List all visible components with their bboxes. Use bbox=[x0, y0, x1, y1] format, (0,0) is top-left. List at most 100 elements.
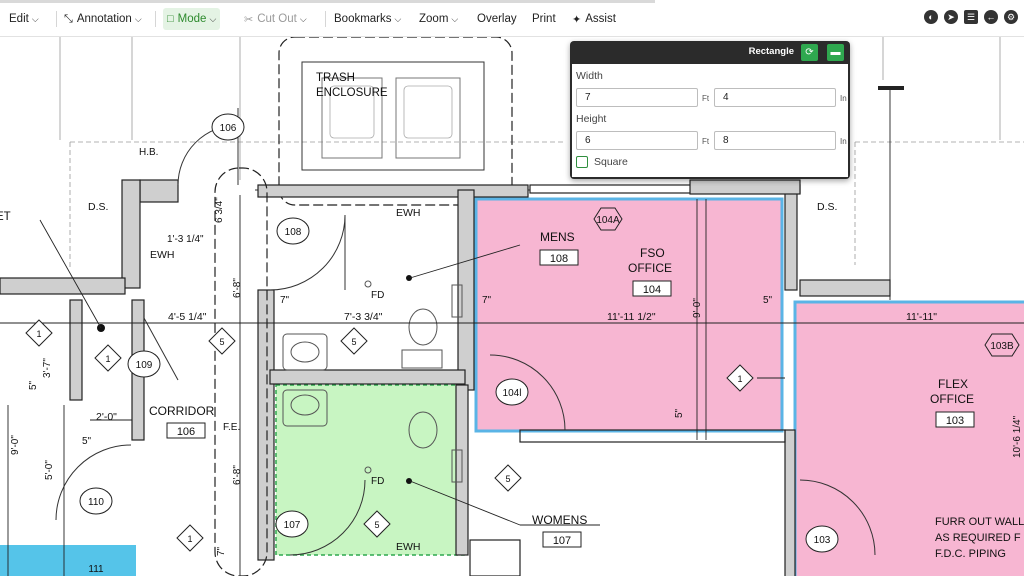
label-ds-right: D.S. bbox=[817, 201, 837, 213]
overlay-button[interactable]: Overlay bbox=[477, 10, 517, 28]
settings-icon[interactable]: ⚙ bbox=[1004, 10, 1018, 24]
bookmarks-menu-label: Bookmarks bbox=[334, 13, 392, 25]
height-in-input[interactable] bbox=[714, 131, 836, 150]
line-tool-icon: ⤡ bbox=[64, 12, 73, 25]
diamond-1d: 1 bbox=[737, 374, 742, 384]
label-corridor: CORRIDOR bbox=[149, 404, 215, 418]
width-ft-input[interactable] bbox=[576, 88, 698, 107]
bookmarks-menu[interactable]: Bookmarks ⌵ bbox=[334, 10, 401, 28]
chevron-down-icon: ⌵ bbox=[299, 13, 307, 24]
compass-icon[interactable]: ➤ bbox=[944, 10, 958, 24]
square-checkbox[interactable] bbox=[576, 156, 588, 168]
back-icon[interactable]: ← bbox=[984, 10, 998, 24]
width-in-unit: In bbox=[840, 94, 847, 103]
mode-menu[interactable]: □ Mode ⌵ bbox=[163, 8, 221, 30]
tag-108-circle: 108 bbox=[285, 227, 302, 238]
label-furr-1: FURR OUT WALL bbox=[935, 516, 1024, 528]
edit-menu[interactable]: Edit ⌵ bbox=[9, 10, 39, 28]
overlay-label: Overlay bbox=[477, 13, 517, 25]
refresh-icon[interactable]: ⟳ bbox=[801, 44, 818, 61]
tag-106-circle: 106 bbox=[220, 123, 237, 134]
dim-5-0: 5'-0" bbox=[44, 460, 55, 480]
label-fso-office: OFFICE bbox=[628, 261, 672, 275]
dim-6-8a: 6'-8" bbox=[232, 278, 243, 298]
diamond-1a: 1 bbox=[36, 329, 41, 339]
label-fd-1: FD bbox=[371, 290, 384, 301]
label-ewh-top: EWH bbox=[396, 207, 421, 219]
label-womens: WOMENS bbox=[532, 513, 587, 527]
edit-menu-label: Edit bbox=[9, 13, 29, 25]
dim-2-0: 2'-0" bbox=[96, 411, 117, 423]
panel-title: Rectangle bbox=[748, 46, 794, 57]
tag-103-circle: 103 bbox=[814, 535, 831, 546]
dim-5a: 5" bbox=[763, 295, 773, 306]
tag-103b: 103B bbox=[990, 341, 1014, 352]
label-enclosure: ENCLOSURE bbox=[316, 87, 388, 99]
dim-7c: 7" bbox=[216, 546, 227, 556]
dim-11-11-half: 11'-11 1/2" bbox=[607, 311, 656, 323]
label-flex-office: OFFICE bbox=[930, 392, 974, 406]
tag-110-circle: 110 bbox=[88, 497, 104, 508]
tag-104-circle: 104l bbox=[503, 388, 522, 399]
label-fso: FSO bbox=[640, 246, 665, 260]
width-ft-unit: Ft bbox=[702, 94, 710, 103]
room-number-106: 106 bbox=[177, 426, 195, 438]
room-number-107: 107 bbox=[553, 535, 571, 547]
print-button[interactable]: Print bbox=[532, 10, 556, 28]
dim-4-5: 4'-5 1/4" bbox=[168, 311, 207, 323]
annotation-menu[interactable]: ⤡ Annotation ⌵ bbox=[64, 10, 142, 28]
loading-progress bbox=[0, 0, 655, 3]
label-furr-2: AS REQUIRED F bbox=[935, 532, 1021, 544]
dim-10-6: 10'-6 1/4" bbox=[1012, 415, 1023, 458]
dim-11-11: 11'-11" bbox=[906, 311, 937, 323]
chevron-down-icon: ⌵ bbox=[31, 13, 39, 24]
toolbar-divider bbox=[155, 11, 156, 27]
dim-6-3: 6 3/4" bbox=[214, 197, 225, 223]
tag-109-circle: 109 bbox=[136, 360, 153, 371]
chevron-down-icon: ⌵ bbox=[394, 13, 402, 24]
mode-menu-label: Mode bbox=[177, 13, 207, 25]
label-hb: H.B. bbox=[139, 147, 158, 158]
label-et: ET bbox=[0, 211, 11, 223]
room-number-103: 103 bbox=[946, 415, 964, 427]
label-furr-3: F.D.C. PIPING bbox=[935, 548, 1006, 560]
toolbar-divider bbox=[325, 11, 326, 27]
toolbar: Edit ⌵ ⤡ Annotation ⌵ □ Mode ⌵ ✂ Cut Out ⌵ Book… bbox=[0, 0, 1024, 37]
dim-5d: 5" bbox=[28, 380, 39, 390]
panel-body: Width Ft In Height Ft In Square bbox=[572, 64, 848, 177]
cut-out-button[interactable]: ✂ Cut Out ⌵ bbox=[244, 10, 307, 28]
diamond-5c: 5 bbox=[505, 474, 510, 484]
assist-label: Assist bbox=[585, 13, 616, 25]
room-111-fill[interactable] bbox=[0, 545, 136, 576]
room-number-104: 104 bbox=[643, 284, 661, 296]
floor-plan-canvas[interactable]: TRASH ENCLOSURE H.B. D.S. D.S. ET EWH EW… bbox=[0, 37, 1024, 576]
cut-out-label: Cut Out bbox=[257, 13, 297, 25]
scissors-icon: ✂ bbox=[244, 13, 254, 26]
room-number-111: 111 bbox=[88, 564, 104, 575]
label-flex: FLEX bbox=[938, 377, 968, 391]
rectangle-select-icon: □ bbox=[167, 13, 174, 25]
zoom-menu[interactable]: Zoom ⌵ bbox=[419, 10, 458, 28]
toolbar-divider bbox=[56, 11, 57, 27]
toolbar-right-icons: ◐ ➤ ☰ ← ⚙ bbox=[924, 10, 1018, 24]
contrast-icon[interactable]: ◐ bbox=[924, 10, 938, 24]
annotation-menu-label: Annotation bbox=[76, 13, 132, 25]
dim-1-3: 1'-3 1/4" bbox=[167, 234, 204, 245]
layers-icon[interactable]: ☰ bbox=[964, 10, 978, 24]
label-ewh-left: EWH bbox=[150, 249, 175, 261]
height-label: Height bbox=[576, 113, 607, 125]
diamond-5a: 5 bbox=[219, 337, 224, 347]
diamond-5d: 5 bbox=[374, 520, 379, 530]
height-ft-unit: Ft bbox=[702, 137, 710, 146]
width-in-input[interactable] bbox=[714, 88, 836, 107]
dim-5c: 5" bbox=[82, 436, 92, 447]
zoom-menu-label: Zoom bbox=[419, 13, 449, 25]
label-fe: F.E. bbox=[223, 422, 240, 433]
dim-7-3: 7'-3 3/4" bbox=[344, 311, 383, 323]
dim-6-8b: 6'-8" bbox=[232, 465, 243, 485]
rectangle-fill-icon[interactable]: ▬ bbox=[827, 44, 844, 61]
dim-3-7: 3'-7" bbox=[42, 358, 53, 378]
chevron-down-icon: ⌵ bbox=[134, 13, 142, 24]
height-ft-input[interactable] bbox=[576, 131, 698, 150]
assist-button[interactable]: ✦ Assist bbox=[572, 10, 616, 28]
